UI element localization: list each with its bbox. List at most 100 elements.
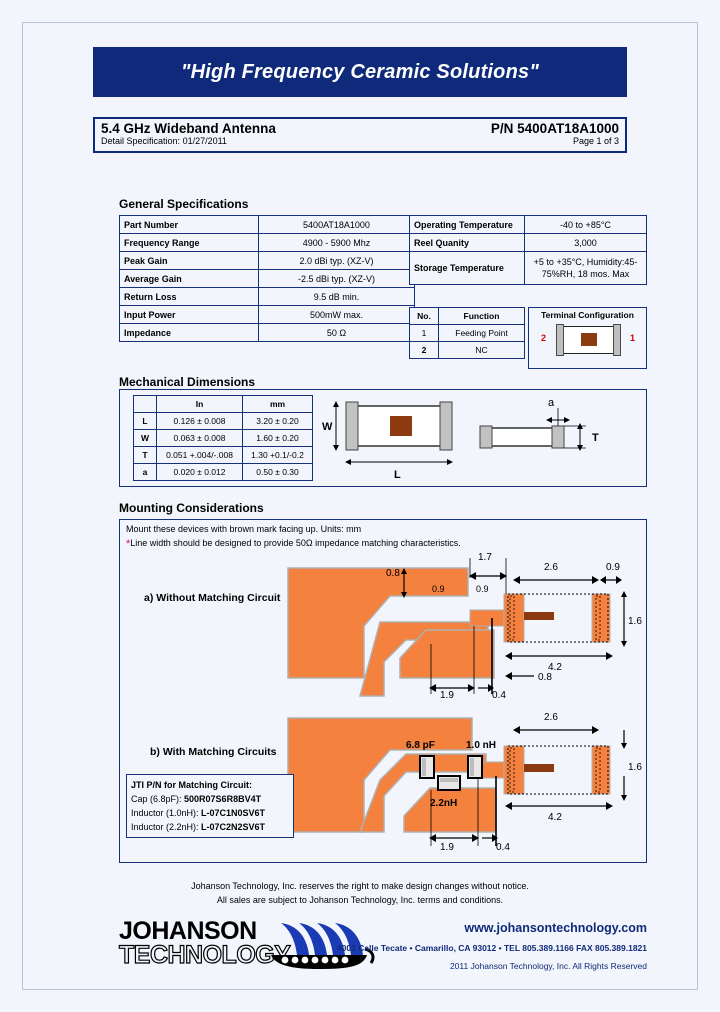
mech-in-cell: 0.020 ± 0.012: [155, 463, 244, 481]
chip-terminal-left: [556, 324, 564, 356]
spec-value-cell: -2.5 dBi typ. (XZ-V): [258, 269, 415, 288]
mounting-note-1: Mount these devices with brown mark faci…: [126, 524, 362, 534]
general-specs-table: Part Number 5400AT18A1000 Frequency Rang…: [119, 215, 415, 342]
jti-ind2-row: Inductor (2.2nH): L-07C2N2SV6T: [131, 820, 289, 834]
spec-label-cell: Frequency Range: [119, 233, 259, 252]
table-header-row: No. Function: [409, 307, 525, 325]
mounting-note-2: Line width should be designed to provide…: [130, 538, 461, 548]
spec-label-cell: Impedance: [119, 323, 259, 342]
mech-mm-cell: 1.30 +0.1/-0.2: [242, 446, 313, 464]
header-banner: "High Frequency Ceramic Solutions": [93, 47, 627, 97]
terminal-no-header: No.: [409, 307, 439, 325]
mech-ref-cell: a: [133, 463, 157, 481]
svg-text:1.0 nH: 1.0 nH: [466, 740, 496, 751]
svg-text:0.8: 0.8: [386, 568, 400, 579]
svg-text:0.4: 0.4: [496, 842, 510, 853]
mech-in-cell: 0.051 +.004/-.008: [155, 446, 244, 464]
general-specs-heading: General Specifications: [119, 197, 249, 211]
table-row: Impedance 50 Ω: [119, 323, 415, 342]
svg-text:1.9: 1.9: [440, 842, 454, 853]
terminal-function-cell: Feeding Point: [438, 324, 525, 342]
svg-text:6.8 pF: 6.8 pF: [406, 740, 435, 751]
table-row: a 0.020 ± 0.012 0.50 ± 0.30: [133, 463, 313, 481]
jti-cap-pn: 500R07S6R8BV4T: [184, 794, 262, 804]
datasheet-page: "High Frequency Ceramic Solutions" 5.4 G…: [0, 0, 720, 1012]
table-row: Part Number 5400AT18A1000: [119, 215, 415, 234]
svg-text:4.2: 4.2: [548, 812, 562, 823]
spec-date: Detail Specification: 01/27/2011: [101, 136, 227, 146]
mech-mm-cell: 0.50 ± 0.30: [242, 463, 313, 481]
svg-text:W: W: [322, 421, 333, 433]
svg-text:0.4: 0.4: [492, 690, 506, 698]
table-row: W 0.063 ± 0.008 1.60 ± 0.20: [133, 429, 313, 447]
table-row: T 0.051 +.004/-.008 1.30 +0.1/-0.2: [133, 446, 313, 464]
spec-value-cell: 9.5 dB min.: [258, 287, 415, 306]
svg-text:0.9: 0.9: [432, 584, 445, 594]
table-header-row: In mm: [133, 395, 313, 413]
copyright-text: 2011 Johanson Technology, Inc. All Right…: [449, 961, 647, 971]
mechanical-dimensions-table: In mm L 0.126 ± 0.008 3.20 ± 0.20 W 0.06…: [133, 395, 313, 481]
pin-1-label: 1: [630, 333, 636, 343]
mechanical-dimensions-heading: Mechanical Dimensions: [119, 375, 256, 389]
subtitle-row: Detail Specification: 01/27/2011 Page 1 …: [95, 136, 625, 146]
jti-box-title: JTI P/N for Matching Circuit:: [131, 780, 253, 790]
svg-text:1.9: 1.9: [440, 690, 454, 698]
table-row: Reel Quanity 3,000: [409, 233, 647, 252]
env-value-cell: 3,000: [524, 233, 647, 252]
mounting-considerations-heading: Mounting Considerations: [119, 501, 264, 515]
jti-cap-label: Cap (6.8pF):: [131, 794, 185, 804]
jti-cap-row: Cap (6.8pF): 500R07S6R8BV4T: [131, 792, 289, 806]
jti-ind1-label: Inductor (1.0nH):: [131, 808, 202, 818]
svg-text:L: L: [394, 469, 401, 481]
spec-date-value: 01/27/2011: [182, 136, 227, 146]
mech-in-cell: 0.063 ± 0.008: [155, 429, 244, 447]
env-value-cell: -40 to +85°C: [524, 215, 647, 234]
svg-text:1.6: 1.6: [628, 616, 642, 627]
spec-value-cell: 500mW max.: [258, 305, 415, 324]
env-value-cell: +5 to +35°C, Humidity:45-75%RH, 18 mos. …: [524, 251, 647, 285]
table-row: 2 NC: [409, 341, 525, 359]
mech-in-cell: 0.126 ± 0.008: [155, 412, 244, 430]
table-row: Storage Temperature +5 to +35°C, Humidit…: [409, 251, 647, 285]
svg-text:0.9: 0.9: [606, 562, 620, 573]
diagram-a-label: a) Without Matching Circuit: [144, 592, 281, 604]
mech-in-header: In: [155, 395, 244, 413]
diagram-b-label: b) With Matching Circuits: [150, 746, 277, 758]
svg-text:0.9: 0.9: [476, 584, 489, 594]
mech-ref-cell: L: [133, 412, 157, 430]
env-label-cell: Operating Temperature: [409, 215, 525, 234]
table-row: Return Loss 9.5 dB min.: [119, 287, 415, 306]
table-row: Peak Gain 2.0 dBi typ. (XZ-V): [119, 251, 415, 270]
table-row: L 0.126 ± 0.008 3.20 ± 0.20: [133, 412, 313, 430]
svg-text:2.2nH: 2.2nH: [430, 798, 457, 809]
mounting-considerations-box: Mount these devices with brown mark faci…: [119, 519, 647, 863]
diagram-b-svg: 6.8 pF 1.0 nH 2.2nH 2.6 1.6 4.2 1.9 0.4: [287, 712, 642, 853]
website-link[interactable]: www.johansontechnology.com: [353, 921, 647, 935]
company-address: 4001 Calle Tecate • Camarillo, CA 93012 …: [336, 943, 647, 953]
terminal-function-cell: NC: [438, 341, 525, 359]
table-row: Operating Temperature -40 to +85°C: [409, 215, 647, 234]
svg-text:2.6: 2.6: [544, 562, 558, 573]
jti-ind2-pn: L-07C2N2SV6T: [201, 822, 266, 832]
spec-label-cell: Peak Gain: [119, 251, 259, 270]
diagram-a-svg: 1.7 0.8 0.9 0.9 2.6 0.9 1.6 4.2 0.8 1.9 …: [287, 552, 642, 698]
mech-ref-cell: W: [133, 429, 157, 447]
environment-table: Operating Temperature -40 to +85°C Reel …: [409, 215, 647, 285]
svg-text:T: T: [592, 432, 599, 444]
sheet-border: "High Frequency Ceramic Solutions" 5.4 G…: [22, 22, 698, 990]
spec-value-cell: 5400AT18A1000: [258, 215, 415, 234]
svg-text:2.6: 2.6: [544, 712, 558, 723]
mech-ref-cell: T: [133, 446, 157, 464]
spec-label: Detail Specification:: [101, 136, 181, 146]
terminal-config-title: Terminal Configuration: [541, 310, 634, 320]
spec-label-cell: Input Power: [119, 305, 259, 324]
banner-tagline: "High Frequency Ceramic Solutions": [180, 60, 540, 83]
jti-ind1-pn: L-07C1N0SV6T: [201, 808, 266, 818]
spec-label-cell: Return Loss: [119, 287, 259, 306]
table-row: Average Gain -2.5 dBi typ. (XZ-V): [119, 269, 415, 288]
table-row: Input Power 500mW max.: [119, 305, 415, 324]
table-row: Frequency Range 4900 - 5900 Mhz: [119, 233, 415, 252]
mech-ref-header: [133, 395, 157, 413]
page-indicator: Page 1 of 3: [572, 136, 619, 146]
spec-value-cell: 2.0 dBi typ. (XZ-V): [258, 251, 415, 270]
